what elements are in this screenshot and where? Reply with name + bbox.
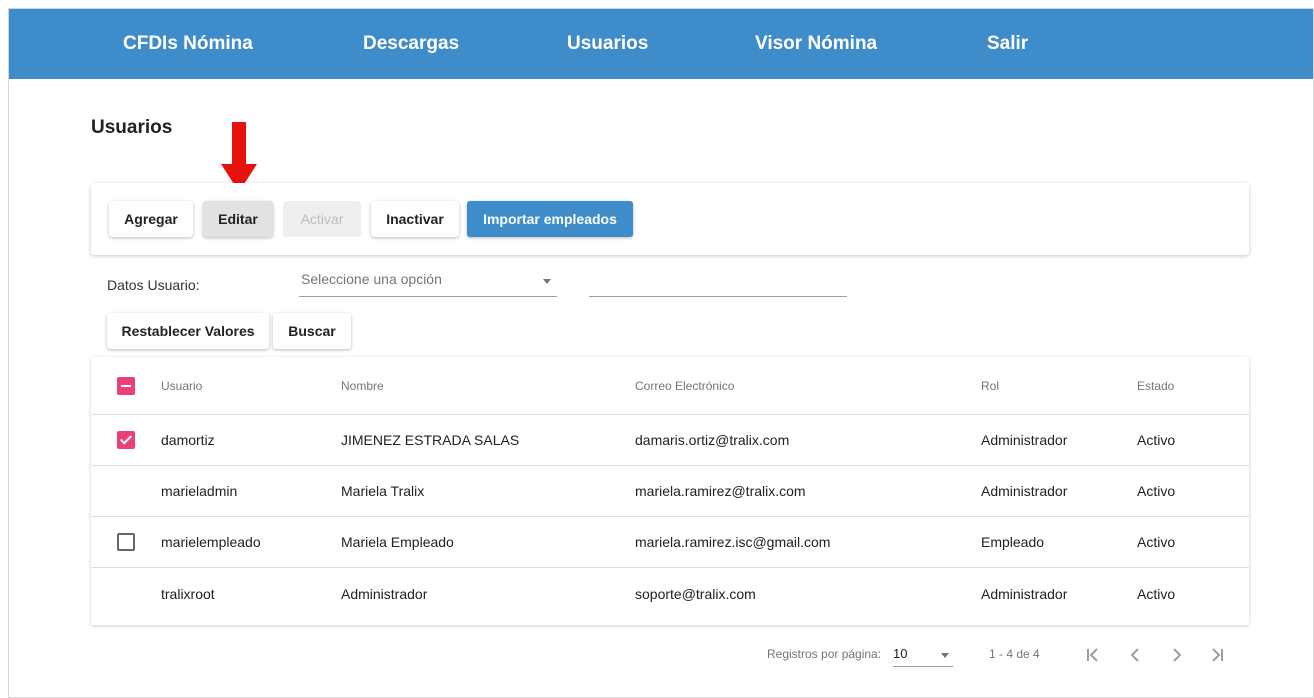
cell-status: Activo: [1137, 585, 1176, 602]
activate-button[interactable]: Activar: [283, 201, 361, 237]
last-page-icon[interactable]: [1205, 643, 1229, 667]
next-page-icon[interactable]: [1165, 643, 1189, 667]
per-page-select[interactable]: 10: [893, 643, 953, 667]
add-button[interactable]: Agregar: [109, 201, 193, 237]
select-all-checkbox[interactable]: [117, 377, 135, 395]
column-header-status: Estado: [1137, 378, 1175, 393]
cell-name: Mariela Empleado: [341, 534, 454, 550]
column-header-name: Nombre: [341, 378, 384, 393]
table-row[interactable]: tralixroot Administrador soporte@tralix.…: [91, 568, 1249, 619]
filter-value-input[interactable]: [589, 267, 847, 297]
nav-item-descargas[interactable]: Descargas: [363, 33, 459, 55]
nav-item-cfdis-nomina[interactable]: CFDIs Nómina: [123, 33, 253, 55]
cell-user: marielempleado: [161, 534, 261, 550]
filter-label: Datos Usuario:: [107, 277, 200, 293]
cell-role: Administrador: [981, 483, 1068, 499]
cell-status: Activo: [1137, 432, 1176, 448]
nav-item-salir[interactable]: Salir: [987, 33, 1028, 55]
cell-role: Empleado: [981, 534, 1045, 550]
page-title: Usuarios: [91, 117, 173, 138]
cell-email: damaris.ortiz@tralix.com: [635, 432, 790, 448]
nav-item-usuarios[interactable]: Usuarios: [567, 33, 648, 55]
cell-name: Mariela Tralix: [341, 483, 425, 499]
cell-user: tralixroot: [161, 585, 215, 602]
column-header-email: Correo Electrónico: [635, 378, 735, 393]
caret-down-icon: [543, 279, 551, 284]
paginator: Registros por página: 10 1 - 4 de 4: [9, 625, 1313, 685]
row-checkbox[interactable]: [117, 431, 135, 449]
previous-page-icon[interactable]: [1123, 643, 1147, 667]
users-table: Usuario Nombre Correo Electrónico Rol Es…: [91, 357, 1249, 625]
import-employees-button[interactable]: Importar empleados: [467, 201, 633, 237]
actions-toolbar: Agregar Editar Activar Inactivar Importa…: [91, 183, 1249, 255]
cell-name: Administrador: [341, 585, 428, 602]
range-label: 1 - 4 de 4: [989, 647, 1040, 661]
first-page-icon[interactable]: [1081, 643, 1105, 667]
cell-status: Activo: [1137, 534, 1176, 550]
cell-email: soporte@tralix.com: [635, 585, 756, 602]
app-window: CFDIs Nómina Descargas Usuarios Visor Nó…: [8, 8, 1314, 698]
cell-role: Administrador: [981, 585, 1068, 602]
user-data-select[interactable]: Seleccione una opción: [299, 267, 557, 297]
column-header-user: Usuario: [161, 378, 203, 393]
table-row[interactable]: marielempleado Mariela Empleado mariela.…: [91, 517, 1249, 568]
select-placeholder: Seleccione una opción: [301, 271, 442, 287]
table-row[interactable]: marieladmin Mariela Tralix mariela.ramir…: [91, 466, 1249, 517]
top-navbar: CFDIs Nómina Descargas Usuarios Visor Nó…: [9, 9, 1313, 79]
column-header-role: Rol: [981, 378, 1000, 393]
cell-user: damortiz: [161, 432, 215, 448]
cell-status: Activo: [1137, 483, 1176, 499]
reset-values-button[interactable]: Restablecer Valores: [107, 313, 269, 349]
per-page-value: 10: [893, 646, 908, 661]
cell-name: JIMENEZ ESTRADA SALAS: [341, 432, 520, 448]
table-row[interactable]: damortiz JIMENEZ ESTRADA SALAS damaris.o…: [91, 415, 1249, 466]
edit-button[interactable]: Editar: [203, 201, 273, 237]
nav-item-visor-nomina[interactable]: Visor Nómina: [755, 33, 877, 55]
search-button[interactable]: Buscar: [273, 313, 351, 349]
row-checkbox[interactable]: [117, 533, 135, 551]
cell-role: Administrador: [981, 432, 1068, 448]
per-page-label: Registros por página:: [767, 647, 882, 661]
cell-email: mariela.ramirez.isc@gmail.com: [635, 534, 831, 550]
deactivate-button[interactable]: Inactivar: [371, 201, 459, 237]
cell-email: mariela.ramirez@tralix.com: [635, 483, 806, 499]
table-header-row: Usuario Nombre Correo Electrónico Rol Es…: [91, 357, 1249, 415]
caret-down-icon: [941, 653, 949, 658]
cell-user: marieladmin: [161, 483, 238, 499]
